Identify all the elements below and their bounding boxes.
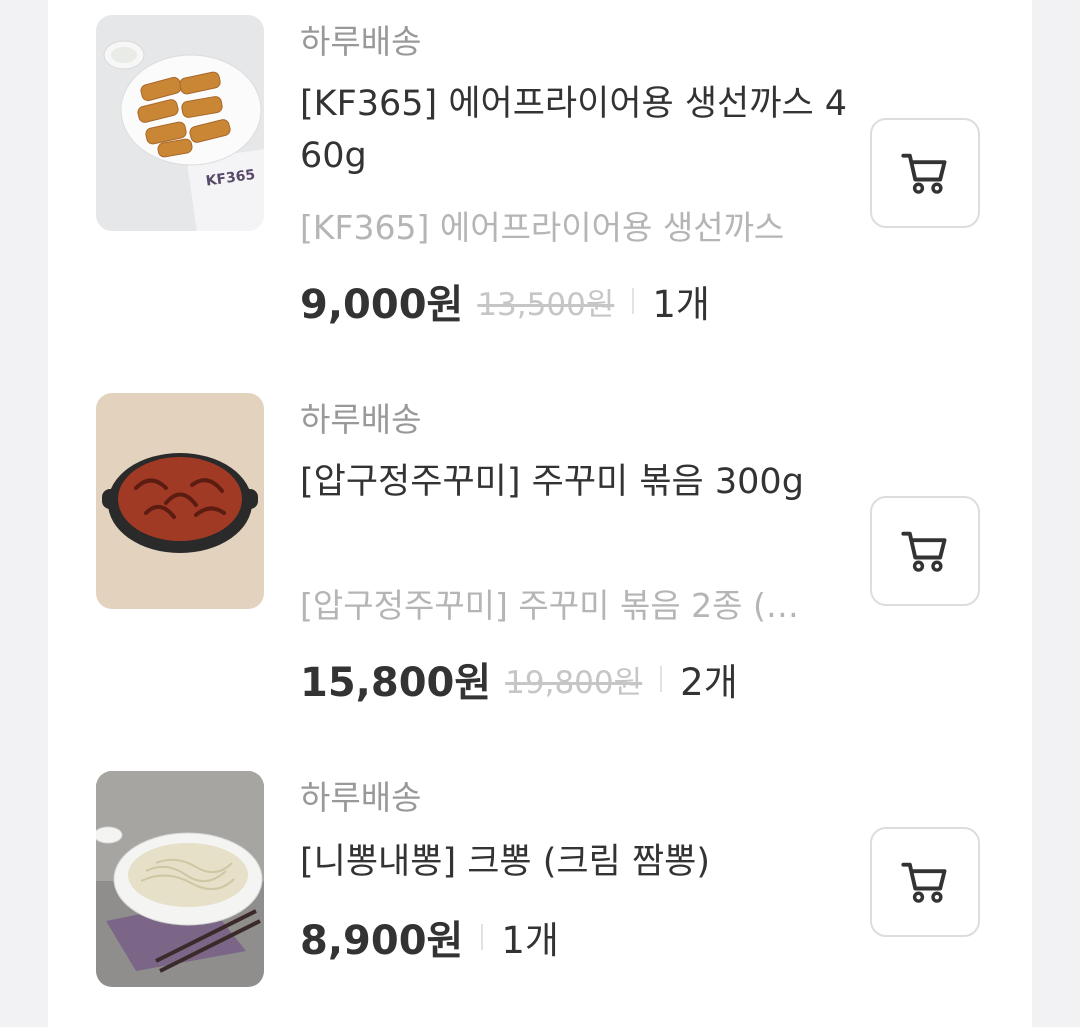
order-items-list: KF365 하루배송 [KF365] 에어프라이어용 생선까스 460g [KF… [48,0,1032,1027]
cart-icon [901,862,947,903]
product-option-name: [압구정주꾸미] 주꾸미 볶음 2종 (… [300,586,799,625]
cream-jjamppong-photo [96,771,264,987]
product-thumbnail[interactable]: KF365 [96,15,264,231]
delivery-type-label: 하루배송 [300,22,422,61]
quantity: 1개 [652,283,710,326]
original-price: 13,500원 [477,286,615,323]
divider [481,924,484,950]
product-name[interactable]: [압구정주꾸미] 주꾸미 볶음 300g [300,456,860,508]
fish-cutlet-photo: KF365 [96,15,264,231]
quantity: 1개 [501,919,559,962]
price-row: 9,000원 13,500원 1개 [300,272,710,330]
product-option-name: [KF365] 에어프라이어용 생선까스 [300,208,785,247]
divider [660,666,663,692]
delivery-type-label: 하루배송 [300,400,422,439]
price-row: 8,900원 1개 [300,908,559,966]
add-to-cart-button[interactable] [870,496,980,606]
sale-price: 8,900원 [300,918,464,964]
stir-fried-octopus-photo [96,393,264,609]
price-row: 15,800원 19,800원 2개 [300,650,738,708]
cart-icon [901,531,947,572]
product-name[interactable]: [니뽕내뽕] 크뽕 (크림 짬뽕) [300,836,860,888]
add-to-cart-button[interactable] [870,827,980,937]
original-price: 19,800원 [505,664,643,701]
sale-price: 9,000원 [300,282,464,328]
divider [632,288,635,314]
add-to-cart-button[interactable] [870,118,980,228]
list-item: 하루배송 [압구정주꾸미] 주꾸미 볶음 300g [압구정주꾸미] 주꾸미 볶… [48,378,1032,756]
sale-price: 15,800원 [300,660,492,706]
quantity: 2개 [680,661,738,704]
product-name[interactable]: [KF365] 에어프라이어용 생선까스 460g [300,78,860,182]
list-item: KF365 하루배송 [KF365] 에어프라이어용 생선까스 460g [KF… [48,0,1032,378]
product-thumbnail[interactable] [96,771,264,987]
product-thumbnail[interactable] [96,393,264,609]
delivery-type-label: 하루배송 [300,778,422,817]
list-item: 하루배송 [니뽕내뽕] 크뽕 (크림 짬뽕) 8,900원 1개 [48,756,1032,1027]
cart-icon [901,153,947,194]
